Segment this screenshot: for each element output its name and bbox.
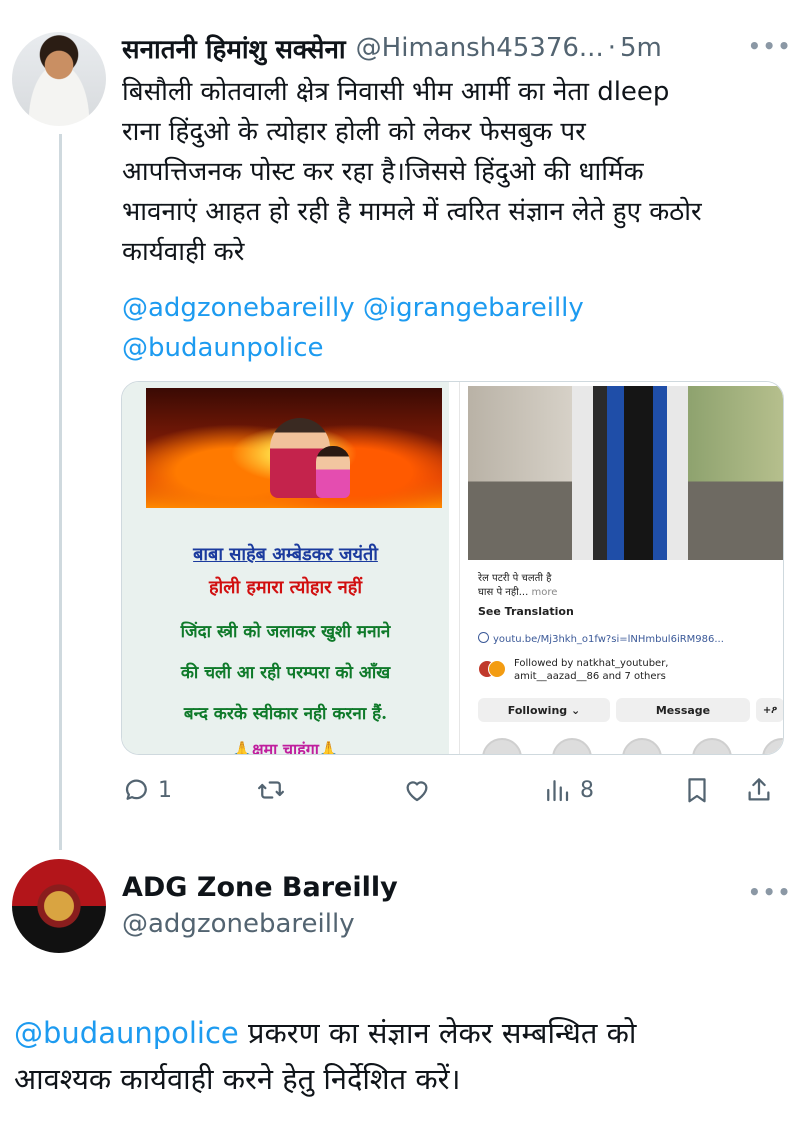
- tweet-timestamp[interactable]: 5m: [620, 33, 662, 63]
- tweet-text-fragment: प्रकरण का संज्ञान लेकर सम्बन्धित को: [238, 1016, 637, 1050]
- thread-connector: [59, 134, 62, 850]
- see-translation: See Translation: [478, 605, 574, 618]
- user-handle[interactable]: @adgzonebareilly: [122, 909, 355, 939]
- profile-buttons: Following ⌄ Message +ዖ: [478, 698, 783, 722]
- views-count: 8: [580, 777, 594, 803]
- tweet-text-line: आपत्तिजनक पोस्ट कर रहा है।जिससे हिंदुओ क…: [122, 157, 644, 187]
- tweet-text-line: भावनाएं आहत हो रही है मामले में त्वरित स…: [122, 197, 702, 227]
- profile-photo: [468, 386, 783, 560]
- poster-figure-child: [316, 446, 350, 498]
- like-button[interactable]: [402, 768, 438, 812]
- retweet-button[interactable]: [256, 768, 292, 812]
- tweet-media[interactable]: बाबा साहेब अम्बेडकर जयंती होली हमारा त्य…: [121, 381, 784, 755]
- tweet-text-line: आवश्यक कार्यवाही करने हेतु निर्देशित करे…: [14, 1062, 461, 1096]
- tweet-actions: 1 8: [120, 768, 790, 812]
- share-icon: [748, 778, 770, 801]
- followed-by: Followed by natkhat_youtuber, amit__aaza…: [478, 657, 668, 683]
- more-horizontal-icon[interactable]: •••: [748, 34, 792, 58]
- caption-line: रेल पटरी पे चलती है: [478, 573, 552, 584]
- avatar[interactable]: [12, 32, 106, 126]
- poster-line: 🙏क्षमा चाहूंगा🙏: [232, 740, 339, 755]
- views-chart-icon: [547, 780, 569, 802]
- separator-dot: ·: [607, 33, 616, 63]
- followed-by-line: Followed by natkhat_youtuber,: [514, 658, 669, 669]
- mention-link[interactable]: @budaunpolice: [122, 333, 324, 363]
- retweet-icon: [258, 781, 284, 799]
- more-horizontal-icon[interactable]: •••: [748, 880, 792, 904]
- views-button[interactable]: 8: [542, 768, 594, 812]
- poster-line: जिंदा स्त्री को जलाकर खुशी मनाने: [180, 622, 391, 642]
- add-person-button: +ዖ: [756, 698, 783, 722]
- avatar[interactable]: [12, 859, 106, 953]
- bookmark-button[interactable]: [682, 768, 712, 812]
- caption-line: घास पे नही...: [478, 587, 529, 598]
- reply-count: 1: [158, 777, 172, 803]
- media-divider: [449, 382, 459, 754]
- poster-line: बाबा साहेब अम्बेडकर जयंती: [193, 544, 378, 565]
- display-name[interactable]: ADG Zone Bareilly: [122, 872, 398, 903]
- tweet-text-line: बिसौली कोतवाली क्षेत्र निवासी भीम आर्मी …: [122, 77, 670, 107]
- tweet-text-line: @budaunpolice प्रकरण का संज्ञान लेकर सम्…: [14, 1010, 794, 1056]
- share-button[interactable]: [744, 768, 774, 812]
- tweet-text: @budaunpolice प्रकरण का संज्ञान लेकर सम्…: [14, 1010, 794, 1102]
- person-figure: [572, 386, 688, 560]
- poster-line: होली हमारा त्योहार नहीं: [208, 577, 362, 598]
- media-image-screenshot[interactable]: रेल पटरी पे चलती है घास पे नही... more S…: [459, 382, 783, 754]
- tweet-mentions: @adgzonebareilly @igrangebareilly @budau…: [122, 288, 584, 368]
- following-button: Following ⌄: [478, 698, 610, 722]
- bookmark-icon: [688, 778, 706, 803]
- media-image-poster[interactable]: बाबा साहेब अम्बेडकर जयंती होली हमारा त्य…: [122, 382, 449, 754]
- user-handle[interactable]: @Himansh45376...: [356, 33, 604, 63]
- followed-by-text: Followed by natkhat_youtuber, amit__aaza…: [514, 657, 668, 683]
- tweet-text-line: राना हिंदुओ के त्योहार होली को लेकर फेसब…: [122, 117, 586, 147]
- followed-by-line: amit__aazad__86 and 7 others: [514, 671, 666, 682]
- tweet-text-line: कार्यवाही करे: [122, 237, 245, 267]
- link-icon: [478, 632, 489, 643]
- reply-icon: [125, 779, 147, 800]
- heart-icon: [406, 781, 428, 802]
- follower-avatars: [478, 660, 508, 680]
- post-caption: रेल पटरी पे चलती है घास पे नही... more: [478, 572, 557, 600]
- tweet-header: सनातनी हिमांशु सक्सेना @Himansh45376... …: [122, 28, 662, 68]
- profile-link: youtu.be/Mj3hkh_o1fw?si=lNHmbul6iRM986..…: [478, 632, 724, 645]
- message-button: Message: [616, 698, 750, 722]
- tweet-text: बिसौली कोतवाली क्षेत्र निवासी भीम आर्मी …: [122, 72, 772, 272]
- mention-link[interactable]: @budaunpolice: [14, 1016, 239, 1050]
- mention-link[interactable]: @adgzonebareilly: [122, 293, 355, 323]
- poster-line: की चली आ रही परम्परा को आँख: [180, 663, 391, 683]
- poster-line: बन्द करके स्वीकार नही करना हैं.: [183, 704, 388, 724]
- mention-link[interactable]: @igrangebareilly: [363, 293, 584, 323]
- story-highlights: [482, 738, 783, 754]
- display-name[interactable]: सनातनी हिमांशु सक्सेना: [122, 30, 346, 66]
- reply-button[interactable]: 1: [122, 768, 172, 812]
- profile-link-text: youtu.be/Mj3hkh_o1fw?si=lNHmbul6iRM986..…: [493, 634, 724, 645]
- poster-illustration: [146, 388, 442, 508]
- caption-more: more: [531, 587, 558, 598]
